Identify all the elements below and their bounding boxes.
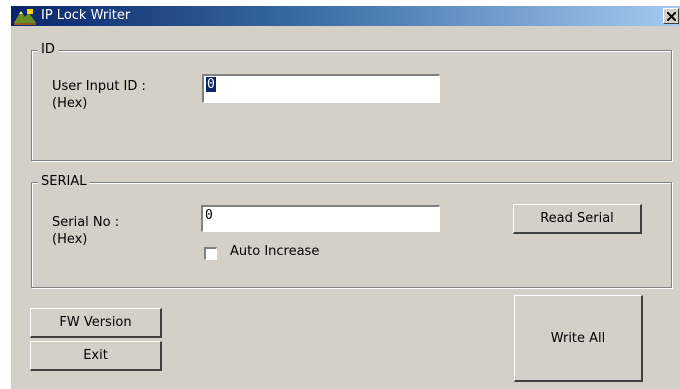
serial-no-label: Serial No : (52, 215, 120, 230)
auto-increase-checkbox[interactable] (204, 247, 217, 260)
write-all-button[interactable]: Write All (514, 295, 643, 382)
close-icon (667, 12, 676, 21)
title-bar[interactable]: IP Lock Writer (11, 6, 680, 26)
serial-no-value: 0 (205, 208, 213, 223)
window-title: IP Lock Writer (41, 8, 131, 23)
app-icon[interactable] (13, 7, 37, 25)
auto-increase-label[interactable]: Auto Increase (230, 244, 319, 260)
read-serial-button[interactable]: Read Serial (513, 204, 642, 234)
id-group-legend: ID (38, 42, 58, 58)
user-input-id-label: User Input ID : (52, 79, 146, 94)
user-input-id-field[interactable]: 0 (202, 74, 440, 103)
serial-group: SERIAL (31, 174, 672, 288)
serial-no-hex-label: (Hex) (52, 232, 88, 247)
close-button[interactable] (663, 8, 679, 24)
fw-version-button[interactable]: FW Version (30, 308, 162, 338)
serial-group-legend: SERIAL (38, 174, 90, 190)
exit-button[interactable]: Exit (30, 341, 162, 371)
serial-no-field[interactable]: 0 (201, 205, 440, 232)
id-group: ID (31, 42, 672, 161)
ip-lock-writer-window: IP Lock Writer ID User Input ID : (Hex) … (10, 5, 680, 389)
user-input-id-hex-label: (Hex) (52, 96, 88, 111)
user-input-id-value: 0 (206, 77, 216, 92)
